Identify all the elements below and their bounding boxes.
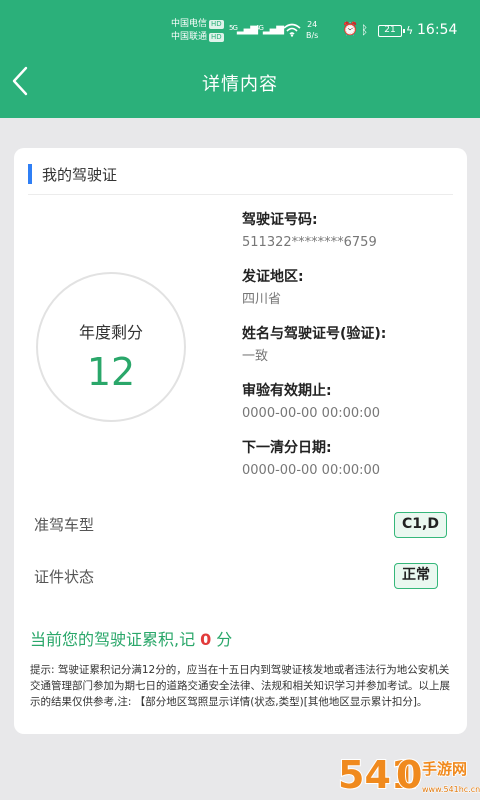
issue-region-value: 四川省 xyxy=(242,292,282,307)
hd-badge: HD xyxy=(209,33,224,42)
summary-prefix: 当前您的驾驶证累积,记 xyxy=(30,630,196,649)
status-time: 16:54 xyxy=(417,22,458,38)
inspection-expiry-value: 0000-00-00 00:00:00 xyxy=(242,406,381,421)
app-header: 中国电信 HD 中国联通 HD 5G▂▄▆ 4G▂▄▆ 24 B/s ⏰ ᛒ 21 … xyxy=(0,0,480,118)
signal-4g-icon: 4G▂▄▆ xyxy=(255,24,284,35)
carrier-2: 中国联通 xyxy=(171,32,208,42)
carrier-1: 中国电信 xyxy=(171,19,208,29)
license-info-list: 驾驶证号码: 511322********6759 发证地区: 四川省 姓名与驾… xyxy=(242,210,452,495)
license-status-badge: 正常 xyxy=(394,563,438,589)
name-verification-value: 一致 xyxy=(242,349,269,364)
carrier-info: 中国电信 HD 中国联通 HD xyxy=(171,18,224,44)
license-status-label: 证件状态 xyxy=(34,568,95,586)
next-reset-date-value: 0000-00-00 00:00:00 xyxy=(242,463,381,478)
svg-text:0: 0 xyxy=(396,753,422,797)
hd-badge: HD xyxy=(209,20,224,29)
section-accent-bar xyxy=(28,164,32,184)
points-value: 12 xyxy=(86,350,136,394)
next-reset-date-label: 下一清分日期: xyxy=(242,440,332,456)
points-circle: 年度剩分 12 xyxy=(36,272,186,422)
network-speed: 24 B/s xyxy=(306,20,319,40)
points-summary: 当前您的驾驶证累积,记 0 分 xyxy=(30,626,232,650)
notice-text: 提示: 驾驶证累积记分满12分的，应当在十五日内到驾驶证核发地或者违法行为地公安… xyxy=(30,664,450,708)
issue-region-label: 发证地区: xyxy=(242,269,304,285)
points-label: 年度剩分 xyxy=(78,323,143,342)
battery-level: 21 xyxy=(384,25,396,35)
license-card: 我的驾驶证 年度剩分 12 驾驶证号码: 511322********6759 … xyxy=(14,148,467,734)
charging-icon: ϟ xyxy=(406,24,414,37)
name-verification-label: 姓名与驾驶证号(验证): xyxy=(242,326,387,342)
inspection-expiry-label: 审验有效期止: xyxy=(242,383,332,399)
vehicle-type-badge: C1,D xyxy=(394,512,447,538)
status-bar: 中国电信 HD 中国联通 HD 5G▂▄▆ 4G▂▄▆ 24 B/s ⏰ ᛒ 21 … xyxy=(0,16,480,52)
license-number-value: 511322********6759 xyxy=(242,235,377,250)
svg-text:手游网: 手游网 xyxy=(422,760,467,778)
summary-suffix: 分 xyxy=(216,630,233,649)
wifi-icon xyxy=(283,23,301,41)
watermark-logo: 541 0 手游网 www.541hc.cn xyxy=(336,744,480,800)
page-title: 详情内容 xyxy=(202,74,278,95)
section-title: 我的驾驶证 xyxy=(42,166,118,184)
accumulated-points: 0 xyxy=(200,630,212,649)
alarm-icon: ⏰ xyxy=(342,22,359,37)
license-number-label: 驾驶证号码: xyxy=(242,212,318,228)
divider xyxy=(28,194,453,195)
battery-icon: 21 xyxy=(378,25,405,37)
vehicle-type-label: 准驾车型 xyxy=(34,516,95,534)
signal-5g-icon: 5G▂▄▆ xyxy=(229,24,258,35)
bluetooth-icon: ᛒ xyxy=(361,23,369,37)
svg-text:www.541hc.cn: www.541hc.cn xyxy=(422,785,480,794)
